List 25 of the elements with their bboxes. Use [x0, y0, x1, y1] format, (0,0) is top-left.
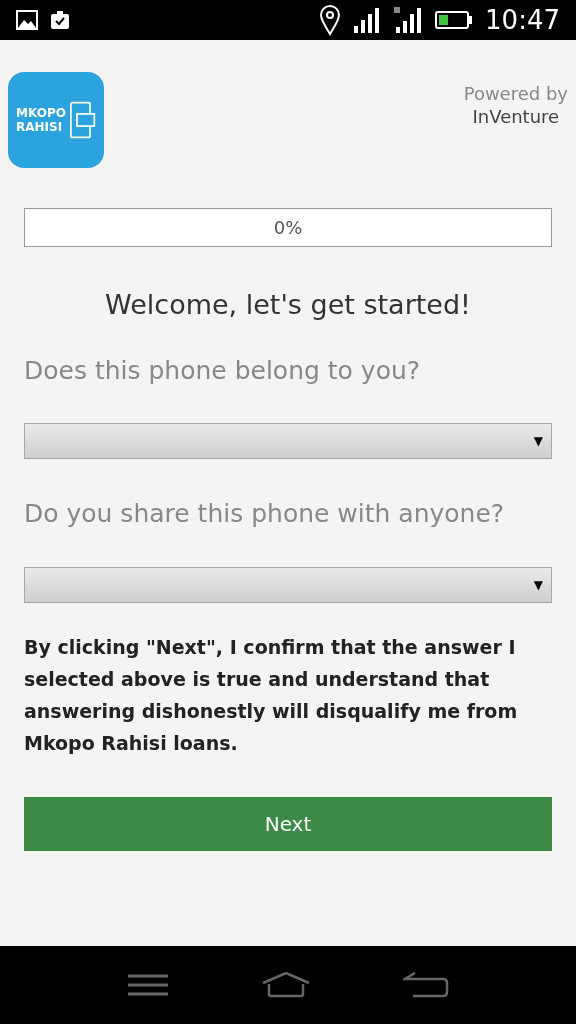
disclaimer-text: By clicking "Next", I confirm that the answer I selected above is true and understand that answering dishonestly will disqualify me from Mkopo Rahisi loans. [24, 634, 519, 756]
clipboard-check-icon [50, 10, 70, 30]
logo-text: RAHISI [16, 120, 64, 134]
clock: 10:47 [485, 3, 560, 37]
signal-icon [353, 6, 382, 34]
page-title: Welcome, let's get started! [104, 288, 472, 322]
next-button[interactable]: Next [24, 796, 552, 851]
dropdown-arrow: ▼ [533, 433, 543, 450]
dropdown[interactable]: ▼ [24, 566, 552, 603]
question-label: Do you share this phone with anyone? [24, 498, 506, 530]
signal-icon [393, 5, 424, 35]
dropdown[interactable]: ▼ [24, 423, 552, 459]
menu-icon[interactable] [126, 974, 169, 996]
progress-label: 0% [273, 216, 303, 240]
location-icon [319, 4, 342, 36]
battery-icon [435, 10, 474, 30]
image-icon [16, 10, 38, 30]
company-name: InVenture [472, 107, 560, 127]
logo-text: MKOPO [16, 106, 66, 120]
dropdown-arrow: ▼ [533, 576, 543, 594]
powered-by-text: Powered by [463, 82, 568, 106]
question-label: Does this phone belong to you? [24, 354, 422, 387]
back-icon[interactable] [403, 972, 450, 998]
home-icon[interactable] [262, 972, 310, 998]
phone-icon [69, 99, 96, 141]
